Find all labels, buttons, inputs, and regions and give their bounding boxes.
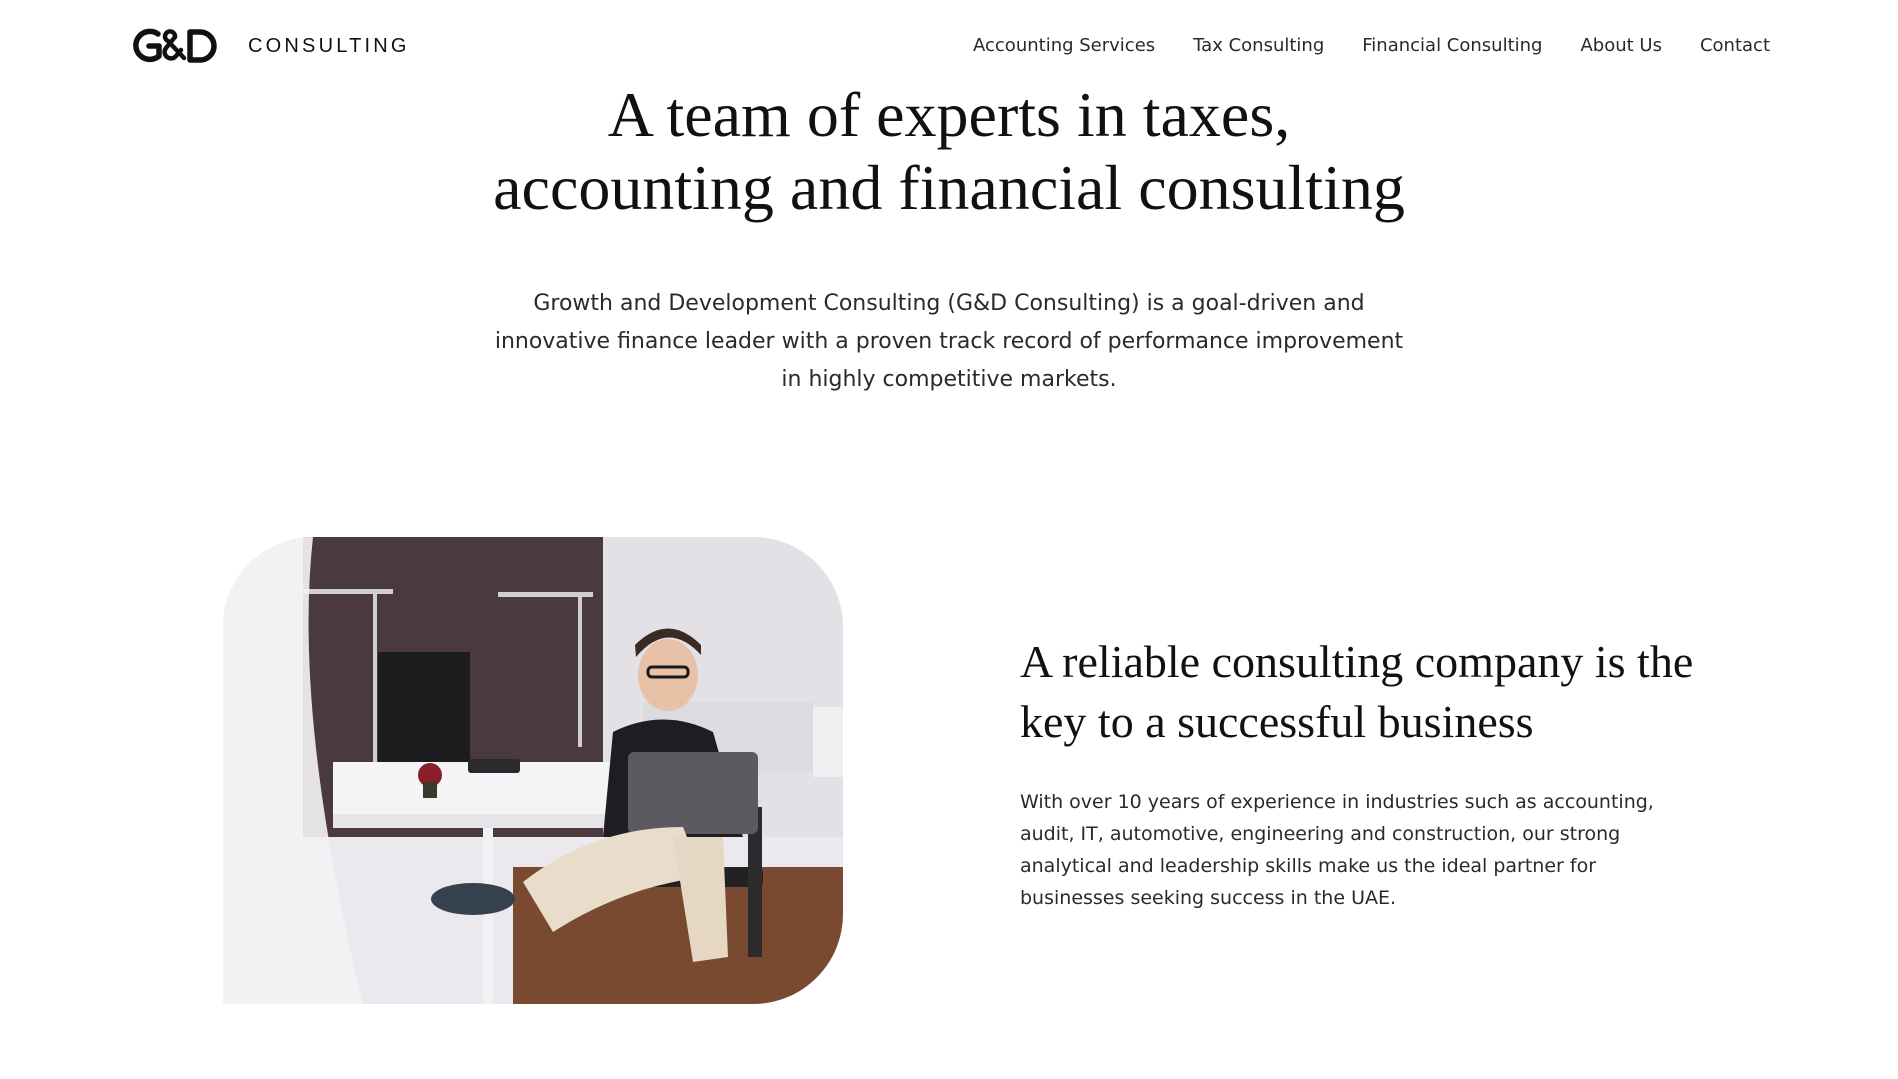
- brand-logo-link[interactable]: CONSULTING: [128, 24, 410, 68]
- office-photo-illustration: [223, 537, 843, 1004]
- nav-accounting-services[interactable]: Accounting Services: [973, 35, 1155, 56]
- feature-description-line: With over 10 years of experience in indu…: [1020, 791, 1654, 813]
- feature-title: A reliable consulting company is the key…: [1020, 632, 1780, 752]
- hero-description: Growth and Development Consulting (G&D C…: [449, 285, 1449, 399]
- nav-about-us[interactable]: About Us: [1580, 35, 1662, 56]
- feature-description-line: businesses seeking success in the UAE.: [1020, 887, 1397, 909]
- feature-description: With over 10 years of experience in indu…: [1020, 786, 1780, 914]
- nav-tax-consulting[interactable]: Tax Consulting: [1193, 35, 1324, 56]
- feature-description-line: analytical and leadership skills make us…: [1020, 855, 1597, 877]
- nav-financial-consulting[interactable]: Financial Consulting: [1362, 35, 1542, 56]
- hero-title-line: A team of experts in taxes,: [607, 79, 1291, 150]
- page: CONSULTING Accounting Services Tax Consu…: [0, 0, 1898, 1079]
- office-photo: [223, 537, 843, 1004]
- main-nav: Accounting Services Tax Consulting Finan…: [973, 35, 1770, 56]
- gd-logo-icon: [133, 28, 217, 63]
- feature-title-line: A reliable consulting company is the: [1020, 636, 1694, 687]
- hero-title: A team of experts in taxes, accounting a…: [349, 78, 1549, 224]
- hero-description-line: Growth and Development Consulting (G&D C…: [533, 291, 1365, 316]
- hero-description-line: innovative finance leader with a proven …: [494, 329, 1404, 354]
- hero-title-line: accounting and financial consulting: [493, 152, 1405, 223]
- feature-title-line: key to a successful business: [1020, 696, 1534, 747]
- hero-description-line: in highly competitive markets.: [781, 367, 1117, 392]
- brand-wordmark: CONSULTING: [248, 34, 410, 57]
- feature-description-line: audit, IT, automotive, engineering and c…: [1020, 823, 1621, 845]
- nav-contact[interactable]: Contact: [1700, 35, 1770, 56]
